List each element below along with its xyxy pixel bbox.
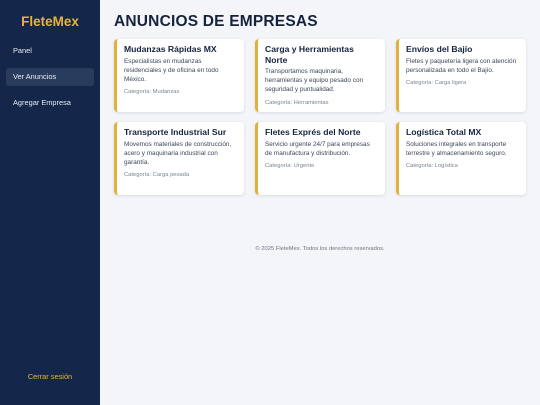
card-description: Movemos materiales de construcción, acer… bbox=[124, 140, 232, 166]
card-category: Categoría: Carga pesada bbox=[124, 172, 190, 179]
card-description: Soluciones integrales en transporte terr… bbox=[406, 140, 507, 157]
card-category: Categoría: Herramientas bbox=[265, 99, 329, 106]
card-category: Categoría: Carga ligera bbox=[406, 79, 467, 86]
card-description: Servicio urgente 24/7 para empresas de m… bbox=[265, 140, 370, 157]
company-card[interactable]: Envíos del Bajío Fletes y paquetería lig… bbox=[396, 39, 526, 112]
sidebar-item-agregar-empresa[interactable]: Agregar Empresa bbox=[6, 94, 94, 112]
company-card[interactable]: Mudanzas Rápidas MX Especialistas en mud… bbox=[114, 39, 244, 112]
card-title: Mudanzas Rápidas MX bbox=[124, 44, 217, 54]
card-description: Especialistas en mudanzas residenciales … bbox=[124, 57, 219, 83]
company-card[interactable]: Logística Total MX Soluciones integrales… bbox=[396, 122, 526, 195]
page-footer: © 2025 FleteMex. Todos los derechos rese… bbox=[255, 246, 385, 252]
card-category: Categoría: Mudanzas bbox=[124, 89, 180, 96]
brand-logo[interactable]: FleteMex bbox=[0, 12, 100, 32]
card-title: Carga y Herramientas Norte bbox=[265, 44, 354, 65]
card-title: Transporte Industrial Sur bbox=[124, 127, 227, 137]
logout-link[interactable]: Cerrar sesión bbox=[0, 372, 100, 381]
company-card[interactable]: Fletes Exprés del Norte Servicio urgente… bbox=[255, 122, 385, 195]
sidebar: FleteMex Panel Ver Anuncios Agregar Empr… bbox=[0, 0, 100, 405]
company-card[interactable]: Carga y Herramientas Norte Transportamos… bbox=[255, 39, 385, 112]
card-category: Categoría: Urgente bbox=[265, 162, 315, 169]
sidebar-item-panel[interactable]: Panel bbox=[6, 42, 94, 60]
card-title: Envíos del Bajío bbox=[406, 44, 473, 54]
card-description: Fletes y paquetería ligera con atención … bbox=[406, 57, 517, 74]
company-card[interactable]: Transporte Industrial Sur Movemos materi… bbox=[114, 122, 244, 195]
card-title: Logística Total MX bbox=[406, 127, 482, 137]
card-category: Categoría: Logística bbox=[406, 162, 458, 169]
page-title: ANUNCIOS DE EMPRESAS bbox=[114, 13, 318, 30]
cards-grid: Mudanzas Rápidas MX Especialistas en mud… bbox=[114, 39, 526, 195]
card-description: Transportamos maquinaria, herramientas y… bbox=[265, 68, 364, 94]
sidebar-nav: Panel Ver Anuncios Agregar Empresa bbox=[0, 42, 100, 117]
sidebar-item-ver-anuncios[interactable]: Ver Anuncios bbox=[6, 68, 94, 86]
card-title: Fletes Exprés del Norte bbox=[265, 127, 361, 137]
main-content: ANUNCIOS DE EMPRESAS Mudanzas Rápidas MX… bbox=[100, 0, 540, 405]
